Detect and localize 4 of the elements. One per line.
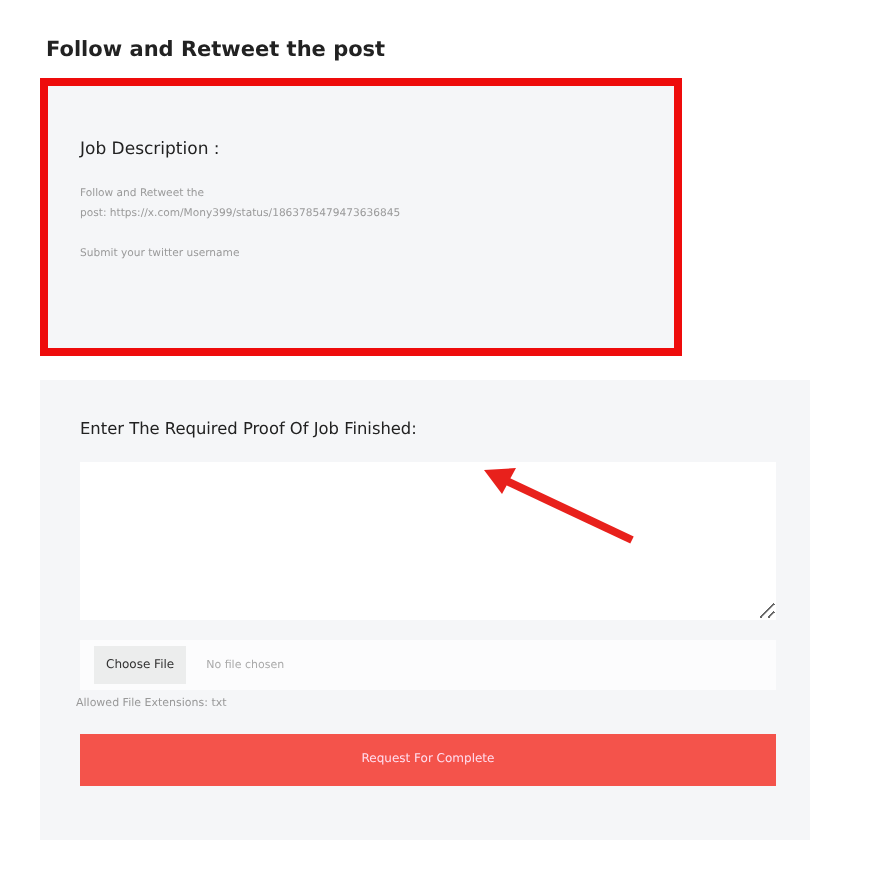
job-heading: Job Description : — [80, 138, 222, 164]
proof-textarea[interactable] — [80, 462, 776, 621]
proof-label: Enter The Required Proof Of Job Finished: — [80, 416, 419, 441]
page-title: Follow and Retweet the post — [44, 36, 388, 66]
